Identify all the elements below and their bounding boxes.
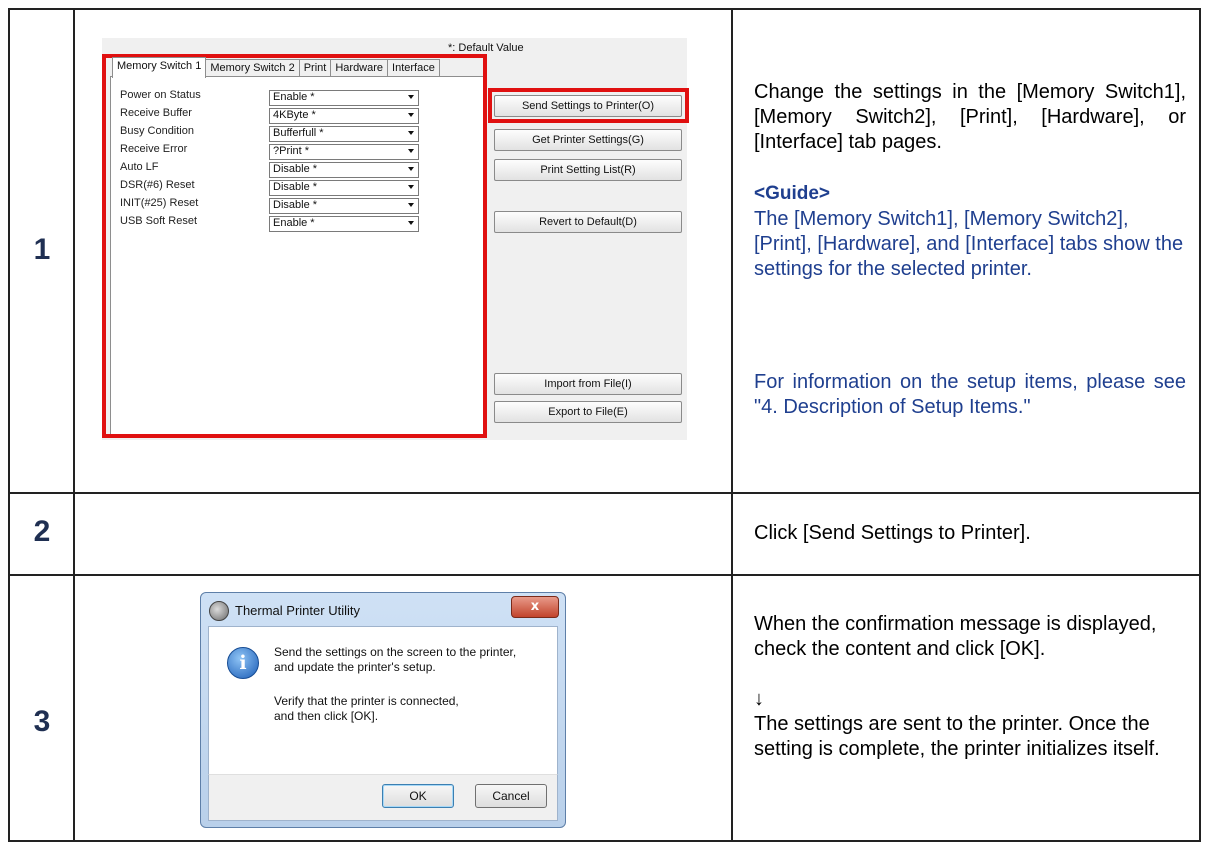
revert-to-default-button[interactable]: Revert to Default(D)	[494, 211, 682, 233]
send-button-highlight-box	[488, 88, 689, 123]
guide-text: The [Memory Switch1], [Memory Switch2], …	[754, 208, 1184, 280]
dialog-message-2: and update the printer's setup.	[274, 660, 436, 674]
dialog-message-3: Verify that the printer is connected,	[274, 694, 459, 708]
table-border-top	[8, 8, 1201, 10]
table-row-divider-2	[8, 574, 1201, 576]
info-icon: i	[227, 647, 259, 679]
get-printer-settings-button[interactable]: Get Printer Settings(G)	[494, 129, 682, 151]
cancel-button[interactable]: Cancel	[475, 784, 547, 808]
table-col-divider-2	[731, 8, 733, 842]
dialog-message-4: and then click [OK].	[274, 709, 379, 723]
guide-info: For information on the setup items, plea…	[754, 371, 1186, 418]
step1-description: Change the settings in the [Memory Switc…	[754, 81, 1186, 153]
table-row-divider-1	[8, 492, 1201, 494]
tabs-highlight-box	[102, 54, 487, 438]
guide-heading: <Guide>	[754, 183, 831, 204]
table-border-bottom	[8, 840, 1201, 842]
step-number-3: 3	[33, 705, 51, 738]
default-value-note: *: Default Value	[448, 42, 524, 54]
step3-description-2: The settings are sent to the printer. On…	[754, 713, 1160, 760]
step2-description: Click [Send Settings to Printer].	[754, 522, 1031, 544]
tab-memory-switch-1[interactable]: Memory Switch 1	[112, 57, 207, 78]
export-to-file-button[interactable]: Export to File(E)	[494, 401, 682, 423]
step-number-1: 1	[33, 233, 51, 266]
step3-description-1: When the confirmation message is display…	[754, 613, 1157, 660]
dialog-message-1: Send the settings on the screen to the p…	[274, 645, 517, 659]
import-from-file-button[interactable]: Import from File(I)	[494, 373, 682, 395]
dialog-title: Thermal Printer Utility	[235, 603, 360, 618]
confirmation-dialog: Thermal Printer Utility x i Send the set…	[200, 592, 566, 828]
table-border-right	[1199, 8, 1201, 842]
dialog-body: i Send the settings on the screen to the…	[208, 626, 558, 776]
step-number-2: 2	[33, 515, 51, 548]
step3-arrow: ↓	[754, 688, 764, 710]
ok-button[interactable]: OK	[382, 784, 454, 808]
printer-app-icon	[209, 601, 229, 621]
dialog-footer: OK Cancel	[208, 774, 558, 821]
close-button[interactable]: x	[511, 596, 559, 618]
print-setting-list-button[interactable]: Print Setting List(R)	[494, 159, 682, 181]
